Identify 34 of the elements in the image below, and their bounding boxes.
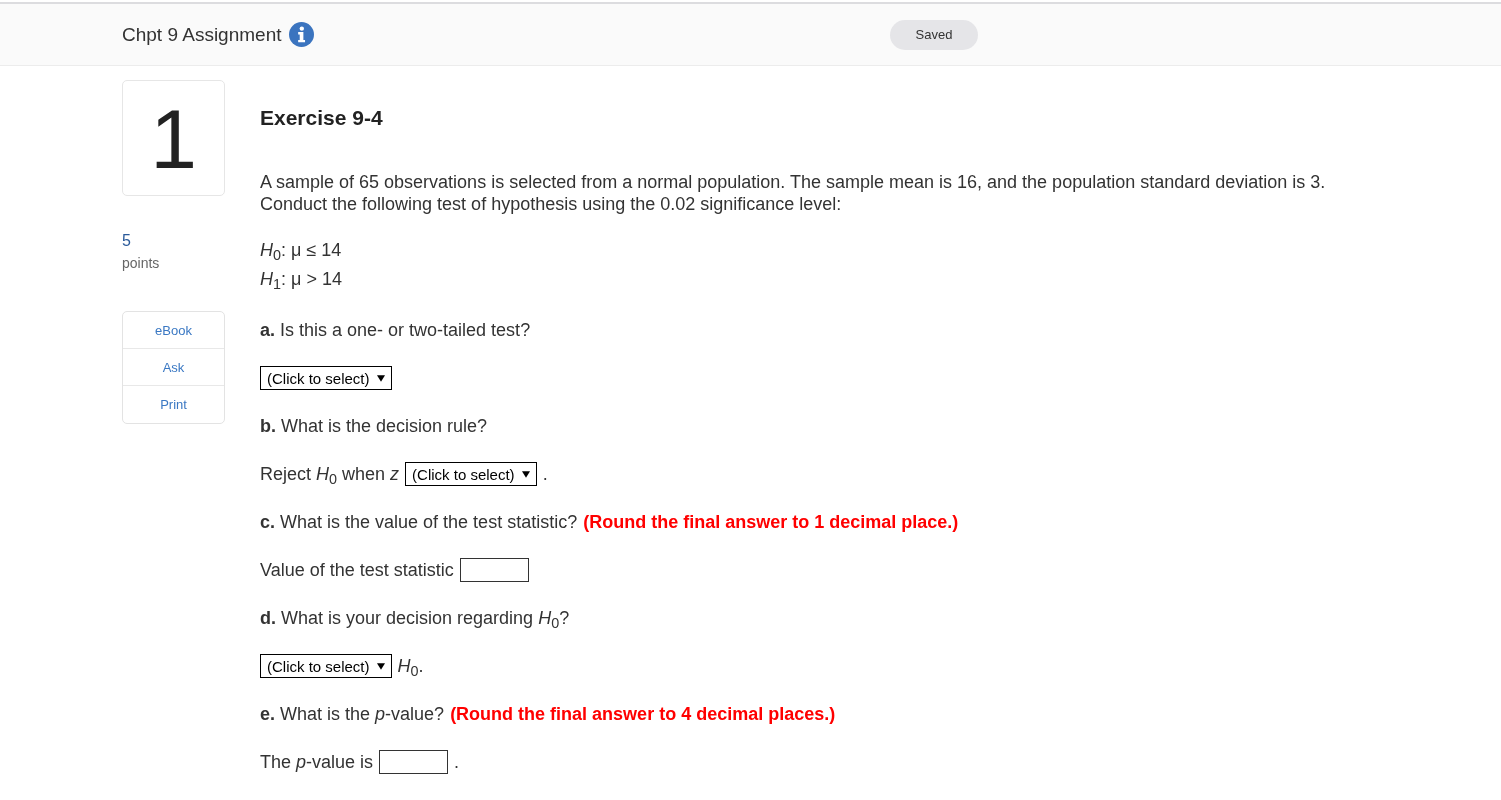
tool-link[interactable]: eBook — [123, 312, 224, 349]
exercise-title: Exercise 9-4 — [260, 105, 384, 131]
question-text: d. What is your decision regarding H$_{0}$? — [260, 607, 570, 629]
question-text: b. What is the decision rule? — [260, 415, 488, 437]
tool-link[interactable]: Ask — [123, 349, 224, 386]
points-value: 5 — [122, 231, 132, 251]
rounding-note: (Round the final answer to 4 decimal places.) — [450, 703, 836, 725]
rounding-note: (Round the final answer to 1 decimal place.) — [583, 511, 959, 533]
points-label: points — [122, 254, 161, 273]
problem-statement: A sample of 65 observations is selected from a normal population. The sample mean is 16, and the population standard deviation is 3. Conduct the following test of hypothesis using the 0.02 significance level: — [260, 171, 1327, 215]
answer-text: Reject H$_{0}$ when z — [260, 463, 400, 485]
answer-text: . — [542, 463, 548, 485]
question-text: a. Is this a one- or two-tailed test? — [260, 319, 531, 341]
answer-text: Value of the test statistic — [260, 559, 454, 581]
caret-icon — [376, 374, 385, 382]
info-icon[interactable] — [289, 22, 315, 47]
tool-link[interactable]: Print — [123, 386, 224, 423]
answer-text: The p-value is — [260, 751, 374, 773]
answer-text: H$_{0}$. — [397, 655, 424, 677]
dropdown-select[interactable]: (Click to select) — [260, 654, 392, 678]
save-status-badge: Saved — [890, 19, 978, 50]
caret-icon — [376, 662, 385, 670]
assignment-title: Chpt 9 Assignment — [122, 23, 282, 46]
question-number: 1 — [122, 80, 225, 196]
question-text: c. What is the value of the test statistic? — [260, 511, 578, 533]
question-text: e. What is the p-value? — [260, 703, 445, 725]
caret-icon — [521, 470, 530, 478]
answer-field[interactable] — [379, 750, 449, 774]
dropdown-select[interactable]: (Click to select) — [405, 462, 537, 486]
answer-text: . — [454, 751, 460, 773]
hypothesis-text: H$_{0}$: μ ≤ 14 — [260, 239, 342, 265]
hypothesis-text: H$_{1}$: μ > 14 — [260, 268, 342, 294]
answer-field[interactable] — [459, 558, 529, 582]
dropdown-select[interactable]: (Click to select) — [260, 366, 392, 390]
